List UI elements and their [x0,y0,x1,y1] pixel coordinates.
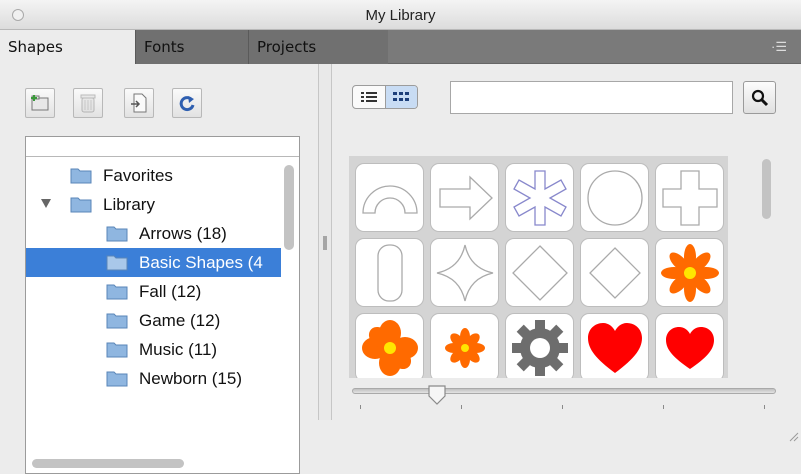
search-input[interactable] [450,81,733,114]
list-view-button[interactable] [353,86,385,108]
folder-icon [106,226,128,242]
folder-icon [106,255,128,271]
slider-tick [360,405,361,409]
tab-menu-icon[interactable]: ·☰ [771,39,787,55]
tree-item-favorites[interactable]: Favorites [26,161,281,190]
tree-header [26,137,299,157]
cross-shape-icon [661,169,718,226]
shape-cell-circle[interactable] [580,163,649,232]
tab-projects[interactable]: Projects [248,30,388,64]
folder-icon [106,284,128,300]
shape-cell-heart[interactable] [580,313,649,378]
shape-cell-arrow[interactable] [430,163,499,232]
four-point-star-shape-icon [436,244,493,301]
circle-shape-icon [586,169,643,226]
diamond-outline-shape-icon [588,246,641,299]
shape-cell-orange-flower-large[interactable] [355,313,424,378]
tree-item-label: Favorites [103,165,173,185]
tree-vertical-scrollbar[interactable] [284,165,294,250]
shape-cell-four-point-star[interactable] [430,238,499,307]
new-folder-icon [31,95,49,111]
title-bar: My Library [0,0,801,30]
trash-icon [80,94,96,113]
asterisk-shape-icon [512,169,567,226]
import-icon [131,93,147,113]
disclosure-triangle-icon[interactable] [41,199,51,208]
list-view-icon [360,92,377,102]
splitter-grip[interactable] [323,236,327,250]
grid-view-icon [393,92,410,101]
tree-item-label: Game (12) [139,310,221,330]
arrow-shape-icon [438,174,493,221]
refresh-button[interactable] [172,88,202,118]
tree-item-arrows[interactable]: Arrows (18) [26,219,281,248]
tab-fonts[interactable]: Fonts [135,30,248,64]
size-slider-thumb[interactable] [427,384,447,406]
shape-cell-orange-flower-small[interactable] [430,313,499,378]
diamond-shape-icon [511,244,568,301]
folder-icon [106,342,128,358]
slider-tick [562,405,563,409]
tree-item-label: Basic Shapes (4 [139,252,263,272]
search-button[interactable] [743,81,776,114]
heart-icon [587,322,642,373]
tree-item-library[interactable]: Library [26,190,281,219]
shape-cell-heart-2[interactable] [655,313,724,378]
tree-item-game[interactable]: Game (12) [26,306,281,335]
orange-flower-icon [660,243,719,302]
orange-flower-icon [361,319,418,376]
window-resize-handle[interactable] [787,430,799,442]
shape-grid [349,156,728,378]
tree-item-label: Library [103,194,155,214]
delete-button[interactable] [73,88,103,118]
tree-item-basic-shapes[interactable]: Basic Shapes (4 [26,248,281,277]
tree-item-label: Fall (12) [139,281,202,301]
shape-cell-gear[interactable] [505,313,574,378]
library-sidebar: Favorites Library Arrows (18) Basic Shap… [0,64,318,474]
gear-icon [511,319,568,376]
window-title: My Library [365,7,436,24]
import-button[interactable] [124,88,154,118]
view-mode-toggle [352,85,418,109]
orange-flower-icon [444,327,485,368]
shape-cell-diamond[interactable] [505,238,574,307]
shape-cell-cross[interactable] [655,163,724,232]
tree-item-label: Arrows (18) [139,223,227,243]
rounded-rectangle-shape-icon [376,243,403,302]
shape-cell-asterisk[interactable] [505,163,574,232]
arch-shape-icon [361,184,418,214]
shape-cell-orange-flower[interactable] [655,238,724,307]
tab-shapes[interactable]: Shapes [0,30,135,64]
tree-item-label: Music (11) [139,339,218,359]
shape-cell-diamond-outline[interactable] [580,238,649,307]
folder-icon [70,197,92,213]
shape-cell-rounded-rectangle[interactable] [355,238,424,307]
folder-icon [106,313,128,329]
library-tree: Favorites Library Arrows (18) Basic Shap… [25,136,300,474]
shape-cell-arch[interactable] [355,163,424,232]
search-icon [751,89,768,106]
pane-splitter[interactable] [318,64,332,420]
folder-icon [70,168,92,184]
tab-bar: Shapes Fonts Projects ·☰ [0,30,801,64]
folder-icon [106,371,128,387]
tree-item-newborn[interactable]: Newborn (15) [26,364,281,393]
tree-horizontal-scrollbar[interactable] [32,459,184,468]
slider-tick [461,405,462,409]
size-slider-track[interactable] [352,388,776,394]
refresh-icon [179,96,195,112]
new-folder-button[interactable] [25,88,55,118]
slider-tick [764,405,765,409]
grid-view-button[interactable] [384,86,417,108]
tree-item-music[interactable]: Music (11) [26,335,281,364]
tree-item-label: Newborn (15) [139,368,242,388]
slider-tick [663,405,664,409]
tree-item-fall[interactable]: Fall (12) [26,277,281,306]
heart-icon [665,326,714,369]
grid-vertical-scrollbar[interactable] [762,159,771,219]
